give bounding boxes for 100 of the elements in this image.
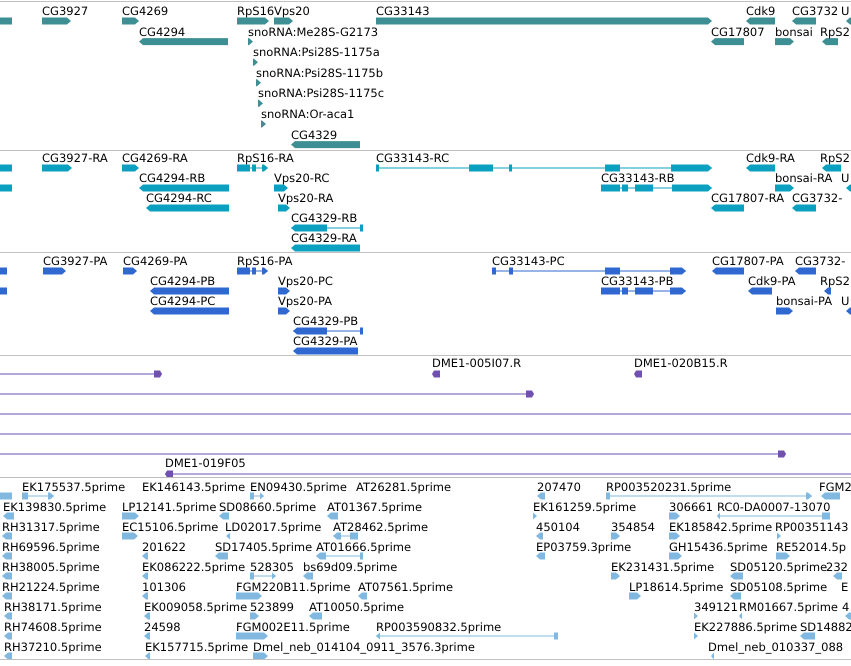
feature-label: Dmel_neb_014104_0911_3576.3prime — [253, 640, 475, 654]
feature-label: Vps20-RC — [274, 171, 330, 185]
feature-label: EC15106.5prime — [122, 520, 218, 534]
feature-label: Vps20-RA — [278, 191, 334, 205]
feature-label: EK227886.5prime — [694, 620, 798, 634]
feature-label: FGM2 — [819, 480, 851, 494]
feature-label: RpS2 — [820, 274, 850, 288]
feature-label: EK139830.5prime — [3, 500, 106, 514]
feature-label: CG4269-PA — [123, 254, 188, 268]
feature-label: CG4329-RA — [291, 231, 357, 245]
feature-label: 523899 — [250, 600, 294, 614]
feature-label: 4 — [842, 600, 850, 614]
feature-label: LP18614.5prime — [629, 580, 724, 594]
feature-label: RE52014.5p — [776, 540, 846, 554]
feature-label: CG4269 — [122, 4, 168, 18]
feature-label: Cdk9-PA — [748, 274, 796, 288]
feature-label: 450104 — [536, 520, 580, 534]
feature-label: snoRNA:Or-aca1 — [261, 107, 354, 121]
feature-label: snoRNA:Psi28S-1175c — [258, 86, 384, 100]
feature-label: RH69596.5prime — [2, 540, 100, 554]
feature-label: 24598 — [144, 620, 181, 634]
feature-label: RpS16-RA — [237, 151, 294, 165]
feature-label: CG3732- — [792, 191, 842, 205]
feature-label: Dmel_neb_010337_088 — [708, 640, 844, 654]
feature-label: RM01667.5prime — [739, 600, 838, 614]
feature-label: LP12141.5prime — [122, 500, 216, 514]
feature-label: RH31317.5prime — [2, 520, 100, 534]
feature-label: U — [841, 294, 850, 308]
feature-label: SD17405.5prime — [215, 540, 312, 554]
feature-label: snoRNA:Me28S-G2173 — [248, 24, 378, 39]
feature-label: AT10050.5prime — [309, 600, 404, 614]
feature-label: AT01367.5prime — [327, 500, 422, 514]
feature-label: Vps20 — [274, 4, 310, 18]
feature-label: CG4294 — [139, 24, 186, 39]
feature-label: RP00351143 — [775, 520, 848, 534]
feature-label: CG4294-PB — [150, 274, 216, 288]
feature-label: bonsai-RA — [775, 171, 832, 185]
feature-label: 349121 — [694, 600, 738, 614]
feature-label: CG4294-RB — [139, 171, 206, 185]
feature-label: AT28462.5prime — [333, 520, 428, 534]
feature-label: CG17807-PA — [712, 254, 784, 268]
feature-label: SD08660.5prime — [219, 500, 316, 514]
feature-label: EK175537.5prime — [22, 480, 126, 494]
feature-label: Vps20-PA — [278, 294, 332, 308]
feature-label: EK157715.5prime — [145, 640, 248, 654]
feature-label: CG4329 — [291, 128, 338, 142]
feature-label: CG33143-PC — [492, 254, 565, 268]
feature-label: SD05120.5prime — [730, 560, 828, 574]
feature-label: U — [841, 4, 850, 18]
feature-label: AT01666.5prime — [316, 540, 412, 554]
feature-label: RpS2 — [820, 151, 850, 165]
feature-label: CG4294-RC — [146, 191, 212, 205]
feature-label: DME1-020B15.R — [634, 356, 728, 370]
feature-label: GH15436.5prime — [669, 540, 768, 554]
feature-label: CG33143-PB — [601, 274, 674, 288]
feature-label: RH37210.5prime — [4, 640, 102, 654]
feature-label: U — [841, 171, 850, 185]
feature-label: CG3927-RA — [42, 151, 108, 165]
feature-label: RH74608.5prime — [4, 620, 102, 634]
feature-label: EP03759.3prime — [536, 540, 632, 554]
feature-label: CG33143-RC — [376, 151, 450, 165]
feature-label: CG33143-RB — [601, 171, 675, 185]
feature-label: AT07561.5prime — [358, 580, 454, 594]
feature-label: 306661 — [669, 500, 713, 514]
feature-label: RH38171.5prime — [4, 600, 102, 614]
feature-label: CG4294-PC — [150, 294, 216, 308]
feature-label: 201622 — [142, 540, 186, 554]
feature-label: EN09430.5prime — [250, 480, 347, 494]
feature-label: Cdk9 — [746, 4, 776, 18]
feature-label: CG4329-PB — [293, 314, 358, 328]
feature-label: RH38005.5prime — [2, 560, 100, 574]
feature-label: DME1-019F05 — [165, 456, 246, 470]
feature-label: EK185842.5prime — [669, 520, 772, 534]
feature-label: RP003520231.5prime — [606, 480, 732, 494]
feature-label: bs69d09.5prime — [303, 560, 398, 574]
feature-label: EK161259.5prime — [533, 500, 636, 514]
feature-label: EK009058.5prime — [144, 600, 248, 614]
feature-label: bonsai — [775, 24, 813, 39]
feature-label: snoRNA:Psi28S-1175b — [256, 66, 384, 80]
feature-label: AT26281.5prime — [356, 480, 452, 494]
feature-label: CG4269-RA — [122, 151, 188, 165]
feature-label: 207470 — [537, 480, 581, 494]
feature-label: CG3927-PA — [43, 254, 108, 268]
feature-label: CG17807 — [711, 24, 765, 39]
feature-label: Cdk9-RA — [746, 151, 795, 165]
feature-label: RpS16 — [237, 4, 274, 18]
feature-label: bonsai-PA — [776, 294, 832, 308]
feature-label: CG4329-RB — [291, 211, 358, 225]
feature-label: EK086222.5prime — [142, 560, 246, 574]
feature-label: DME1-005I07.R — [432, 356, 522, 370]
feature-label: EK146143.5prime — [142, 480, 246, 494]
feature-label: 101306 — [142, 580, 186, 594]
feature-label: CG4329-PA — [293, 334, 358, 348]
feature-label: RH21224.5prime — [2, 580, 100, 594]
feature-label: CG17807-RA — [711, 191, 784, 205]
feature-label: CG3732 — [792, 4, 838, 18]
feature-label: SD05108.5prime — [730, 580, 828, 594]
feature-label: RpS2 — [820, 24, 850, 39]
feature-label: RC0-DA0007-13070 — [717, 500, 830, 514]
feature-label: EK231431.5prime — [611, 560, 714, 574]
